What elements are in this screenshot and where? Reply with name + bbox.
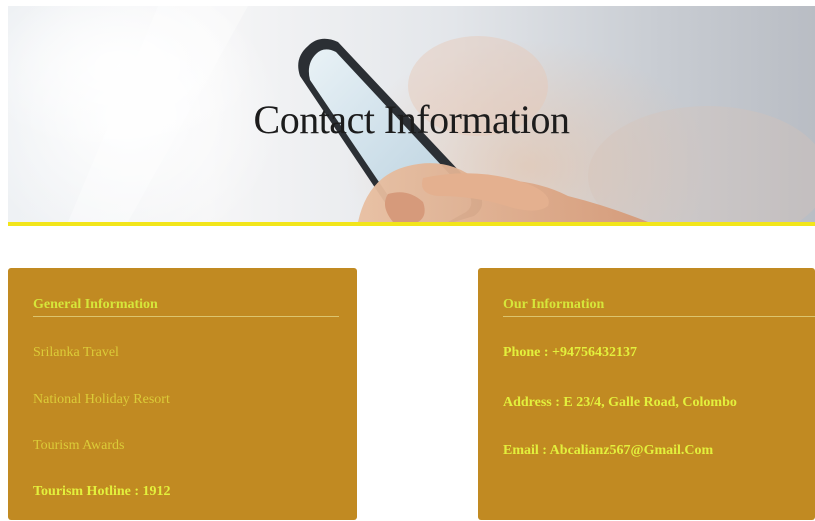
phone-number: Phone : +94756432137 <box>503 345 637 360</box>
heading-divider <box>33 316 339 317</box>
heading-divider <box>503 316 815 317</box>
email-address: Email : Abcalianz567@Gmail.Com <box>503 443 714 458</box>
card-heading: General Information <box>33 297 158 312</box>
contact-banner: Contact Information <box>8 6 815 222</box>
info-link-srilanka-travel[interactable]: Srilanka Travel <box>33 345 119 361</box>
info-link-tourism-awards[interactable]: Tourism Awards <box>33 438 124 454</box>
banner-accent-bar <box>8 222 815 226</box>
tourism-hotline: Tourism Hotline : 1912 <box>33 484 171 499</box>
address-text: Address : E 23/4, Galle Road, Colombo <box>503 395 737 410</box>
general-information-card: General Information Srilanka Travel Nati… <box>8 268 357 520</box>
card-heading: Our Information <box>503 297 605 312</box>
contact-page: Contact Information General Information … <box>0 0 815 521</box>
page-title: Contact Information <box>253 97 570 142</box>
our-information-card: Our Information Phone : +94756432137 Add… <box>478 268 815 520</box>
info-link-national-holiday-resort[interactable]: National Holiday Resort <box>33 392 170 408</box>
